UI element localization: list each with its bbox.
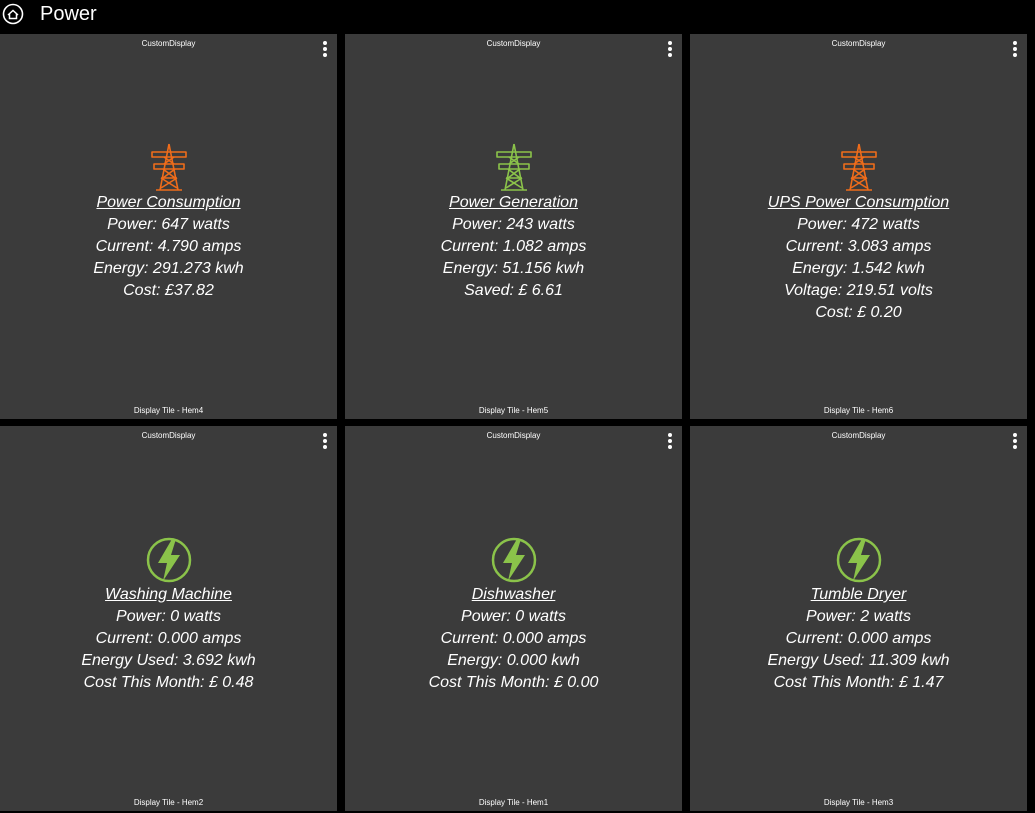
tile-heading: UPS Power Consumption — [767, 194, 950, 211]
tile-line: Cost This Month: £ 0.00 — [428, 674, 599, 691]
tile-heading: Power Consumption — [96, 194, 241, 211]
tile-tumble-dryer[interactable]: CustomDisplay Tumble Dryer Power: 2 watt… — [690, 426, 1027, 811]
lightning-bolt-icon — [491, 537, 536, 583]
tile-line: Energy: 291.273 kwh — [93, 260, 244, 277]
tile-line: Cost: £37.82 — [123, 282, 214, 299]
tile-line: Power: 647 watts — [107, 216, 230, 233]
tile-type-label: CustomDisplay — [831, 431, 886, 440]
tile-content: Power Consumption Power: 647 watts Curre… — [0, 142, 337, 302]
tile-menu-button[interactable] — [321, 41, 329, 59]
tile-content: Washing Machine Power: 0 watts Current: … — [0, 534, 337, 694]
tile-line: Saved: £ 6.61 — [464, 282, 563, 299]
lightning-bolt-icon — [836, 537, 881, 583]
tile-line: Current: 4.790 amps — [95, 238, 242, 255]
tile-washing-machine[interactable]: CustomDisplay Washing Machine Power: 0 w… — [0, 426, 337, 811]
tile-footer: Display Tile - Hem6 — [823, 406, 894, 415]
tile-line: Power: 243 watts — [452, 216, 575, 233]
tile-menu-button[interactable] — [1011, 41, 1019, 59]
tile-heading: Washing Machine — [105, 586, 232, 603]
tile-line: Current: 1.082 amps — [440, 238, 587, 255]
tile-content: Dishwasher Power: 0 watts Current: 0.000… — [345, 534, 682, 694]
tile-line: Energy: 1.542 kwh — [792, 260, 925, 277]
tile-type-label: CustomDisplay — [831, 39, 886, 48]
tile-power-generation[interactable]: CustomDisplay Power Generation Power: 24… — [345, 34, 682, 419]
tile-line: Energy: 0.000 kwh — [447, 652, 580, 669]
tile-heading: Power Generation — [449, 194, 578, 211]
page-title: Power — [40, 3, 97, 25]
tile-line: Current: 0.000 amps — [95, 630, 242, 647]
tile-type-label: CustomDisplay — [486, 431, 541, 440]
tile-footer: Display Tile - Hem2 — [133, 798, 204, 807]
tile-line: Current: 0.000 amps — [785, 630, 932, 647]
header-bar: Power — [0, 0, 1035, 30]
tile-type-label: CustomDisplay — [486, 39, 541, 48]
tile-type-label: CustomDisplay — [141, 431, 196, 440]
tile-line: Power: 2 watts — [806, 608, 911, 625]
tile-menu-button[interactable] — [666, 41, 674, 59]
pylon-icon — [840, 143, 877, 191]
tile-line: Cost This Month: £ 1.47 — [773, 674, 944, 691]
tile-content: UPS Power Consumption Power: 472 watts C… — [690, 142, 1027, 324]
pylon-icon — [495, 143, 532, 191]
tile-line: Current: 3.083 amps — [785, 238, 932, 255]
tile-footer: Display Tile - Hem5 — [478, 406, 549, 415]
home-icon[interactable] — [2, 3, 24, 25]
tile-line: Energy Used: 3.692 kwh — [81, 652, 256, 669]
tile-line: Power: 0 watts — [116, 608, 221, 625]
tile-footer: Display Tile - Hem4 — [133, 406, 204, 415]
tile-type-label: CustomDisplay — [141, 39, 196, 48]
tile-menu-button[interactable] — [321, 433, 329, 451]
tile-line: Power: 472 watts — [797, 216, 920, 233]
tile-footer: Display Tile - Hem3 — [823, 798, 894, 807]
tile-line: Cost: £ 0.20 — [815, 304, 902, 321]
tile-content: Power Generation Power: 243 watts Curren… — [345, 142, 682, 302]
lightning-bolt-icon — [146, 537, 191, 583]
tile-ups-power-consumption[interactable]: CustomDisplay UPS Power Consumption Powe… — [690, 34, 1027, 419]
tile-line: Power: 0 watts — [461, 608, 566, 625]
tile-line: Energy: 51.156 kwh — [442, 260, 585, 277]
tile-heading: Tumble Dryer — [810, 586, 907, 603]
tile-footer: Display Tile - Hem1 — [478, 798, 549, 807]
tile-line: Cost This Month: £ 0.48 — [83, 674, 254, 691]
tile-menu-button[interactable] — [1011, 433, 1019, 451]
tile-line: Voltage: 219.51 volts — [784, 282, 933, 299]
tile-power-consumption[interactable]: CustomDisplay Power Consumption Power: 6… — [0, 34, 337, 419]
tile-line: Energy Used: 11.309 kwh — [767, 652, 950, 669]
tile-dishwasher[interactable]: CustomDisplay Dishwasher Power: 0 watts … — [345, 426, 682, 811]
tile-line: Current: 0.000 amps — [440, 630, 587, 647]
tile-content: Tumble Dryer Power: 2 watts Current: 0.0… — [690, 534, 1027, 694]
tile-menu-button[interactable] — [666, 433, 674, 451]
pylon-icon — [150, 143, 187, 191]
tile-heading: Dishwasher — [471, 586, 556, 603]
